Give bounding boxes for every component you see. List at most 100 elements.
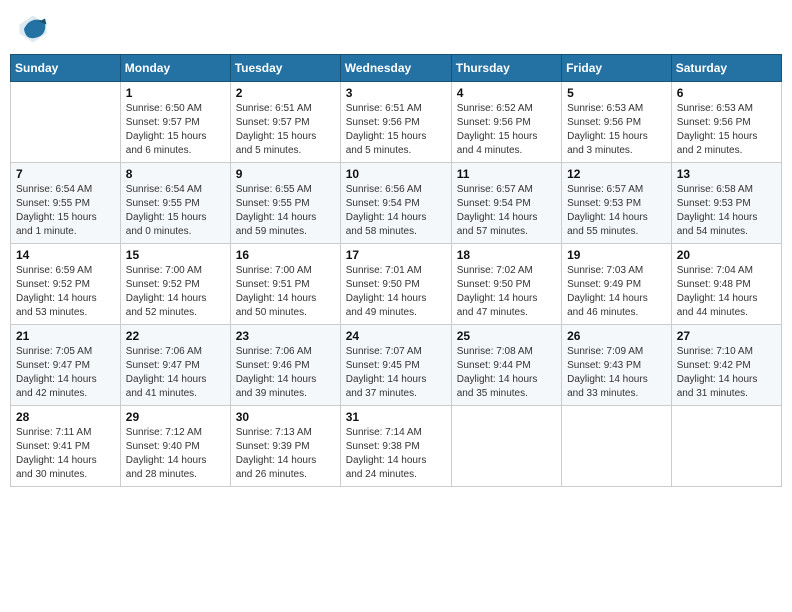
calendar-cell: 9 Sunrise: 6:55 AM Sunset: 9:55 PM Daylig… xyxy=(230,163,340,244)
calendar-cell: 27 Sunrise: 7:10 AM Sunset: 9:42 PM Dayli… xyxy=(671,325,781,406)
calendar-cell: 18 Sunrise: 7:02 AM Sunset: 9:50 PM Dayli… xyxy=(451,244,561,325)
day-info: Sunrise: 6:52 AM Sunset: 9:56 PM Dayligh… xyxy=(457,102,556,158)
calendar-cell: 24 Sunrise: 7:07 AM Sunset: 9:45 PM Dayli… xyxy=(340,325,451,406)
day-info: Sunrise: 7:13 AM Sunset: 9:39 PM Dayligh… xyxy=(236,426,335,482)
calendar-cell xyxy=(562,406,672,487)
day-number: 7 xyxy=(16,167,115,181)
calendar-cell: 15 Sunrise: 7:00 AM Sunset: 9:52 PM Dayli… xyxy=(120,244,230,325)
day-number: 17 xyxy=(346,248,446,262)
calendar-cell: 26 Sunrise: 7:09 AM Sunset: 9:43 PM Dayli… xyxy=(562,325,672,406)
calendar-cell: 25 Sunrise: 7:08 AM Sunset: 9:44 PM Dayli… xyxy=(451,325,561,406)
calendar-cell xyxy=(671,406,781,487)
calendar-cell: 14 Sunrise: 6:59 AM Sunset: 9:52 PM Dayli… xyxy=(11,244,121,325)
day-number: 9 xyxy=(236,167,335,181)
calendar-cell: 21Sunrise: 7:05 AM Sunset: 9:47 PM Dayli… xyxy=(11,325,121,406)
day-info: Sunrise: 7:01 AM Sunset: 9:50 PM Dayligh… xyxy=(346,264,446,320)
day-info: Sunrise: 6:54 AM Sunset: 9:55 PM Dayligh… xyxy=(16,183,115,239)
calendar-cell: 8 Sunrise: 6:54 AM Sunset: 9:55 PM Daylig… xyxy=(120,163,230,244)
day-number: 24 xyxy=(346,329,446,343)
day-info: Sunrise: 7:09 AM Sunset: 9:43 PM Dayligh… xyxy=(567,345,666,401)
calendar-cell xyxy=(11,82,121,163)
day-info: Sunrise: 6:50 AM Sunset: 9:57 PM Dayligh… xyxy=(126,102,225,158)
day-number: 21 xyxy=(16,329,115,343)
weekday-header: Saturday xyxy=(671,55,781,82)
calendar-table: SundayMondayTuesdayWednesdayThursdayFrid… xyxy=(10,54,782,487)
day-number: 22 xyxy=(126,329,225,343)
day-number: 25 xyxy=(457,329,556,343)
day-info: Sunrise: 7:00 AM Sunset: 9:52 PM Dayligh… xyxy=(126,264,225,320)
day-info: Sunrise: 7:08 AM Sunset: 9:44 PM Dayligh… xyxy=(457,345,556,401)
calendar-cell: 16 Sunrise: 7:00 AM Sunset: 9:51 PM Dayli… xyxy=(230,244,340,325)
day-number: 11 xyxy=(457,167,556,181)
page-header xyxy=(10,10,782,48)
day-info: Sunrise: 7:06 AM Sunset: 9:46 PM Dayligh… xyxy=(236,345,335,401)
day-info: Sunrise: 7:10 AM Sunset: 9:42 PM Dayligh… xyxy=(677,345,776,401)
day-number: 20 xyxy=(677,248,776,262)
day-info: Sunrise: 7:06 AM Sunset: 9:47 PM Dayligh… xyxy=(126,345,225,401)
calendar-cell: 10Sunrise: 6:56 AM Sunset: 9:54 PM Dayli… xyxy=(340,163,451,244)
calendar-cell: 20 Sunrise: 7:04 AM Sunset: 9:48 PM Dayli… xyxy=(671,244,781,325)
day-info: Sunrise: 6:53 AM Sunset: 9:56 PM Dayligh… xyxy=(677,102,776,158)
day-number: 2 xyxy=(236,86,335,100)
day-number: 26 xyxy=(567,329,666,343)
day-number: 18 xyxy=(457,248,556,262)
day-number: 23 xyxy=(236,329,335,343)
day-number: 31 xyxy=(346,410,446,424)
day-info: Sunrise: 7:12 AM Sunset: 9:40 PM Dayligh… xyxy=(126,426,225,482)
calendar-cell: 5 Sunrise: 6:53 AM Sunset: 9:56 PM Daylig… xyxy=(562,82,672,163)
weekday-header: Monday xyxy=(120,55,230,82)
day-number: 16 xyxy=(236,248,335,262)
day-info: Sunrise: 6:54 AM Sunset: 9:55 PM Dayligh… xyxy=(126,183,225,239)
weekday-header: Friday xyxy=(562,55,672,82)
day-number: 28 xyxy=(16,410,115,424)
day-info: Sunrise: 6:57 AM Sunset: 9:53 PM Dayligh… xyxy=(567,183,666,239)
day-info: Sunrise: 6:51 AM Sunset: 9:56 PM Dayligh… xyxy=(346,102,446,158)
day-info: Sunrise: 7:11 AM Sunset: 9:41 PM Dayligh… xyxy=(16,426,115,482)
day-info: Sunrise: 7:07 AM Sunset: 9:45 PM Dayligh… xyxy=(346,345,446,401)
day-number: 12 xyxy=(567,167,666,181)
day-number: 8 xyxy=(126,167,225,181)
calendar-cell: 7 Sunrise: 6:54 AM Sunset: 9:55 PM Daylig… xyxy=(11,163,121,244)
calendar-cell: 30Sunrise: 7:13 AM Sunset: 9:39 PM Dayli… xyxy=(230,406,340,487)
day-info: Sunrise: 6:55 AM Sunset: 9:55 PM Dayligh… xyxy=(236,183,335,239)
weekday-header: Thursday xyxy=(451,55,561,82)
calendar-cell: 19 Sunrise: 7:03 AM Sunset: 9:49 PM Dayli… xyxy=(562,244,672,325)
calendar-header: SundayMondayTuesdayWednesdayThursdayFrid… xyxy=(11,55,782,82)
day-number: 19 xyxy=(567,248,666,262)
weekday-header: Wednesday xyxy=(340,55,451,82)
day-number: 29 xyxy=(126,410,225,424)
day-info: Sunrise: 6:53 AM Sunset: 9:56 PM Dayligh… xyxy=(567,102,666,158)
calendar-cell: 22 Sunrise: 7:06 AM Sunset: 9:47 PM Dayli… xyxy=(120,325,230,406)
weekday-header: Sunday xyxy=(11,55,121,82)
day-info: Sunrise: 6:59 AM Sunset: 9:52 PM Dayligh… xyxy=(16,264,115,320)
day-info: Sunrise: 7:03 AM Sunset: 9:49 PM Dayligh… xyxy=(567,264,666,320)
logo-icon xyxy=(18,14,48,44)
logo xyxy=(18,14,50,44)
day-number: 15 xyxy=(126,248,225,262)
day-number: 14 xyxy=(16,248,115,262)
calendar-cell: 1 Sunrise: 6:50 AM Sunset: 9:57 PM Daylig… xyxy=(120,82,230,163)
calendar-cell: 13 Sunrise: 6:58 AM Sunset: 9:53 PM Dayli… xyxy=(671,163,781,244)
calendar-cell xyxy=(451,406,561,487)
day-number: 10 xyxy=(346,167,446,181)
day-info: Sunrise: 7:00 AM Sunset: 9:51 PM Dayligh… xyxy=(236,264,335,320)
calendar-cell: 31 Sunrise: 7:14 AM Sunset: 9:38 PM Dayli… xyxy=(340,406,451,487)
calendar-cell: 23 Sunrise: 7:06 AM Sunset: 9:46 PM Dayli… xyxy=(230,325,340,406)
calendar-cell: 17 Sunrise: 7:01 AM Sunset: 9:50 PM Dayli… xyxy=(340,244,451,325)
calendar-cell: 4 Sunrise: 6:52 AM Sunset: 9:56 PM Daylig… xyxy=(451,82,561,163)
day-number: 13 xyxy=(677,167,776,181)
day-number: 27 xyxy=(677,329,776,343)
calendar-cell: 12 Sunrise: 6:57 AM Sunset: 9:53 PM Dayli… xyxy=(562,163,672,244)
day-number: 5 xyxy=(567,86,666,100)
day-info: Sunrise: 7:02 AM Sunset: 9:50 PM Dayligh… xyxy=(457,264,556,320)
calendar-cell: 11Sunrise: 6:57 AM Sunset: 9:54 PM Dayli… xyxy=(451,163,561,244)
day-info: Sunrise: 6:58 AM Sunset: 9:53 PM Dayligh… xyxy=(677,183,776,239)
day-number: 1 xyxy=(126,86,225,100)
day-info: Sunrise: 7:14 AM Sunset: 9:38 PM Dayligh… xyxy=(346,426,446,482)
calendar-cell: 29 Sunrise: 7:12 AM Sunset: 9:40 PM Dayli… xyxy=(120,406,230,487)
calendar-cell: 6Sunrise: 6:53 AM Sunset: 9:56 PM Daylig… xyxy=(671,82,781,163)
calendar-body: 1 Sunrise: 6:50 AM Sunset: 9:57 PM Daylig… xyxy=(11,82,782,487)
day-number: 4 xyxy=(457,86,556,100)
day-info: Sunrise: 6:51 AM Sunset: 9:57 PM Dayligh… xyxy=(236,102,335,158)
day-info: Sunrise: 7:04 AM Sunset: 9:48 PM Dayligh… xyxy=(677,264,776,320)
